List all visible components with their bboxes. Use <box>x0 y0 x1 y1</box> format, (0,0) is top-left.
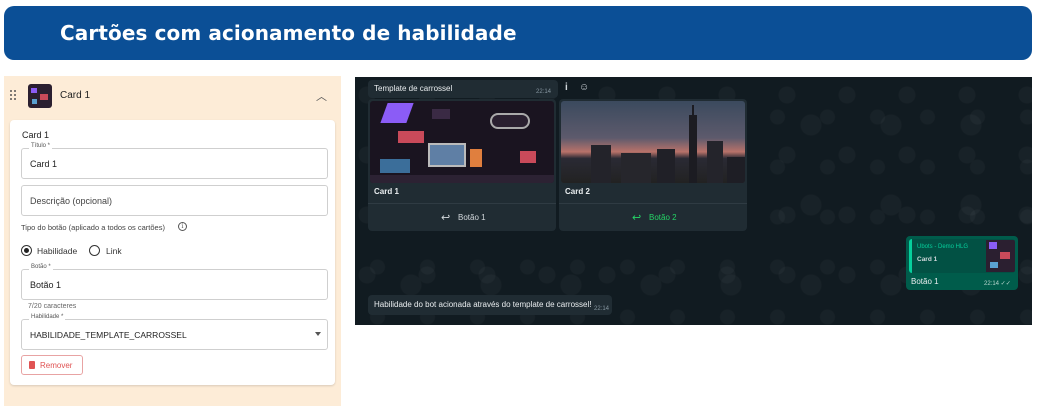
template-message: Template de carrossel 22:14 <box>368 80 558 98</box>
title-field[interactable]: Título * Card 1 <box>21 143 328 179</box>
reply-arrow-icon: ↩ <box>441 212 451 224</box>
card-2-title: Card 2 <box>565 187 590 196</box>
button-field[interactable]: Botão * Botão 1 <box>21 264 328 300</box>
drag-handle-icon[interactable] <box>10 90 18 102</box>
trash-icon <box>29 361 35 369</box>
description-placeholder: Descrição (opcional) <box>30 196 113 206</box>
card-editor-panel: Card 1 ︿ Card 1 Título * Card 1 Descriçã… <box>4 76 341 406</box>
card-2-button-label: Botão 2 <box>649 213 677 222</box>
card-1-button-label: Botão 1 <box>458 213 486 222</box>
button-field-value: Botão 1 <box>30 280 62 290</box>
page-banner: Cartões com acionamento de habilidade <box>4 6 1032 60</box>
emoji-icon[interactable]: ☺ <box>579 82 589 93</box>
info-icon[interactable]: i <box>178 222 187 231</box>
char-counter: 7/20 caracteres <box>28 303 77 310</box>
bot-message: Habilidade do bot acionada através do te… <box>368 295 612 315</box>
card-2-image <box>561 101 745 183</box>
radio-habilidade-label: Habilidade <box>37 246 78 256</box>
template-message-time: 22:14 <box>536 89 552 95</box>
button-field-label: Botão * <box>29 264 53 270</box>
form-heading: Card 1 <box>22 130 50 140</box>
card-1-title: Card 1 <box>374 187 399 196</box>
quote-thumbnail <box>986 240 1015 272</box>
card-accordion-header[interactable]: Card 1 ︿ <box>4 76 341 116</box>
card-1-image <box>370 101 554 183</box>
quoted-card[interactable]: Ubots - Demo HLG Card 1 <box>909 239 1015 273</box>
remove-label: Remover <box>40 361 73 370</box>
banner-title: Cartões com acionamento de habilidade <box>60 21 517 45</box>
card-form: Card 1 Título * Card 1 Descrição (opcion… <box>10 120 335 385</box>
card-thumbnail <box>28 84 52 108</box>
remove-button[interactable]: Remover <box>21 355 83 375</box>
card-name: Card 1 <box>60 90 91 101</box>
template-message-text: Template de carrossel <box>374 84 453 93</box>
button-type-label: Tipo do botão (aplicado a todos os cartõ… <box>21 223 165 232</box>
skill-select[interactable]: Habilidade * HABILIDADE_TEMPLATE_CARROSS… <box>21 314 328 350</box>
skill-select-value: HABILIDADE_TEMPLATE_CARROSSEL <box>30 330 187 340</box>
description-field[interactable]: Descrição (opcional) <box>21 185 328 216</box>
reply-arrow-icon: ↩ <box>632 212 642 224</box>
bot-message-text: Habilidade do bot acionada através do te… <box>374 300 592 309</box>
chat-preview: Template de carrossel 22:14 i ☺ Card 1 ↩… <box>355 77 1032 325</box>
radio-link[interactable] <box>89 245 100 256</box>
radio-habilidade[interactable] <box>21 245 32 256</box>
title-field-value: Card 1 <box>30 159 58 169</box>
card-1-button[interactable]: ↩ Botão 1 <box>368 204 556 231</box>
sent-message: Ubots - Demo HLG Card 1 Botão 1 22:14 ✓✓ <box>906 236 1018 290</box>
chevron-up-icon[interactable]: ︿ <box>316 88 327 104</box>
info-icon[interactable]: i <box>565 82 568 93</box>
quote-sender: Ubots - Demo HLG <box>917 244 969 250</box>
skill-select-label: Habilidade * <box>29 314 66 320</box>
sent-message-text: Botão 1 <box>911 277 939 286</box>
sent-message-time: 22:14 ✓✓ <box>984 281 1011 287</box>
radio-link-label: Link <box>106 246 122 256</box>
bot-message-time: 22:14 <box>594 306 610 312</box>
dropdown-arrow-icon[interactable] <box>315 332 321 336</box>
card-2-button[interactable]: ↩ Botão 2 <box>559 204 747 231</box>
carousel-card-2: Card 2 ↩ Botão 2 <box>559 99 747 231</box>
title-field-label: Título * <box>29 143 53 149</box>
quote-text: Card 1 <box>917 256 938 263</box>
carousel-card-1: Card 1 ↩ Botão 1 <box>368 99 556 231</box>
